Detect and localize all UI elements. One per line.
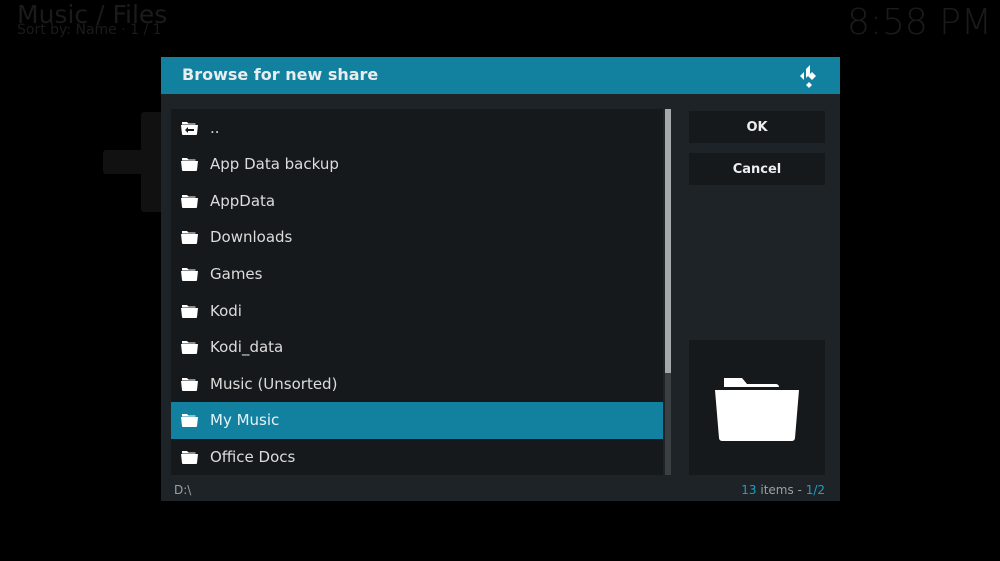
- list-item-label: ..: [210, 118, 220, 137]
- folder-icon: [715, 377, 799, 441]
- folder-icon: [180, 449, 200, 465]
- list-item[interactable]: ..: [171, 109, 663, 146]
- folder-icon: [180, 193, 200, 209]
- list-item-label: Music (Unsorted): [210, 374, 338, 393]
- list-item[interactable]: Kodi_data: [171, 329, 663, 366]
- list-item[interactable]: My Music: [171, 401, 663, 439]
- item-count-label: items -: [756, 483, 806, 497]
- list-item-label: My Music: [210, 411, 280, 430]
- kodi-logo-icon: [800, 65, 816, 88]
- list-item-label: Kodi_data: [210, 338, 284, 357]
- folder-icon: [180, 229, 200, 245]
- item-count: 13 items - 1/2: [741, 483, 825, 497]
- list-item-label: AppData: [210, 191, 276, 210]
- scrollbar-thumb[interactable]: [665, 109, 671, 373]
- folder-back-icon: [180, 120, 200, 136]
- list-item-label: Games: [210, 264, 263, 283]
- list-item[interactable]: Music (Unsorted): [171, 365, 663, 402]
- cancel-button[interactable]: Cancel: [689, 153, 825, 185]
- page-indicator: 1/2: [805, 483, 825, 497]
- dialog-header: Browse for new share: [161, 57, 840, 94]
- list-item-label: Downloads: [210, 228, 293, 247]
- current-path: D:\: [174, 483, 192, 497]
- list-item[interactable]: Games: [171, 255, 663, 292]
- browse-dialog: Browse for new share .. App Data backup Ap…: [161, 57, 840, 501]
- background-sort-info: Sort by: Name · 1 / 1: [17, 22, 162, 38]
- folder-icon: [180, 156, 200, 172]
- list-item[interactable]: Office Docs: [171, 438, 663, 475]
- list-item[interactable]: Downloads: [171, 219, 663, 256]
- ok-button[interactable]: OK: [689, 111, 825, 143]
- list-item[interactable]: AppData: [171, 182, 663, 219]
- folder-icon: [180, 412, 200, 428]
- folder-icon: [180, 303, 200, 319]
- folder-icon: [180, 266, 200, 282]
- item-count-number: 13: [741, 483, 757, 497]
- file-list[interactable]: .. App Data backup AppData Downloads Games Ko…: [171, 109, 663, 475]
- list-item-label: App Data backup: [210, 155, 339, 174]
- dialog-title: Browse for new share: [182, 65, 379, 84]
- folder-preview: [689, 340, 825, 475]
- list-item[interactable]: App Data backup: [171, 146, 663, 183]
- list-item-label: Kodi: [210, 301, 242, 320]
- clock: 8:58 PM: [846, 2, 992, 43]
- list-item[interactable]: Kodi: [171, 292, 663, 329]
- list-item-label: Office Docs: [210, 447, 296, 466]
- scrollbar[interactable]: [665, 109, 671, 475]
- folder-icon: [180, 376, 200, 392]
- folder-icon: [180, 339, 200, 355]
